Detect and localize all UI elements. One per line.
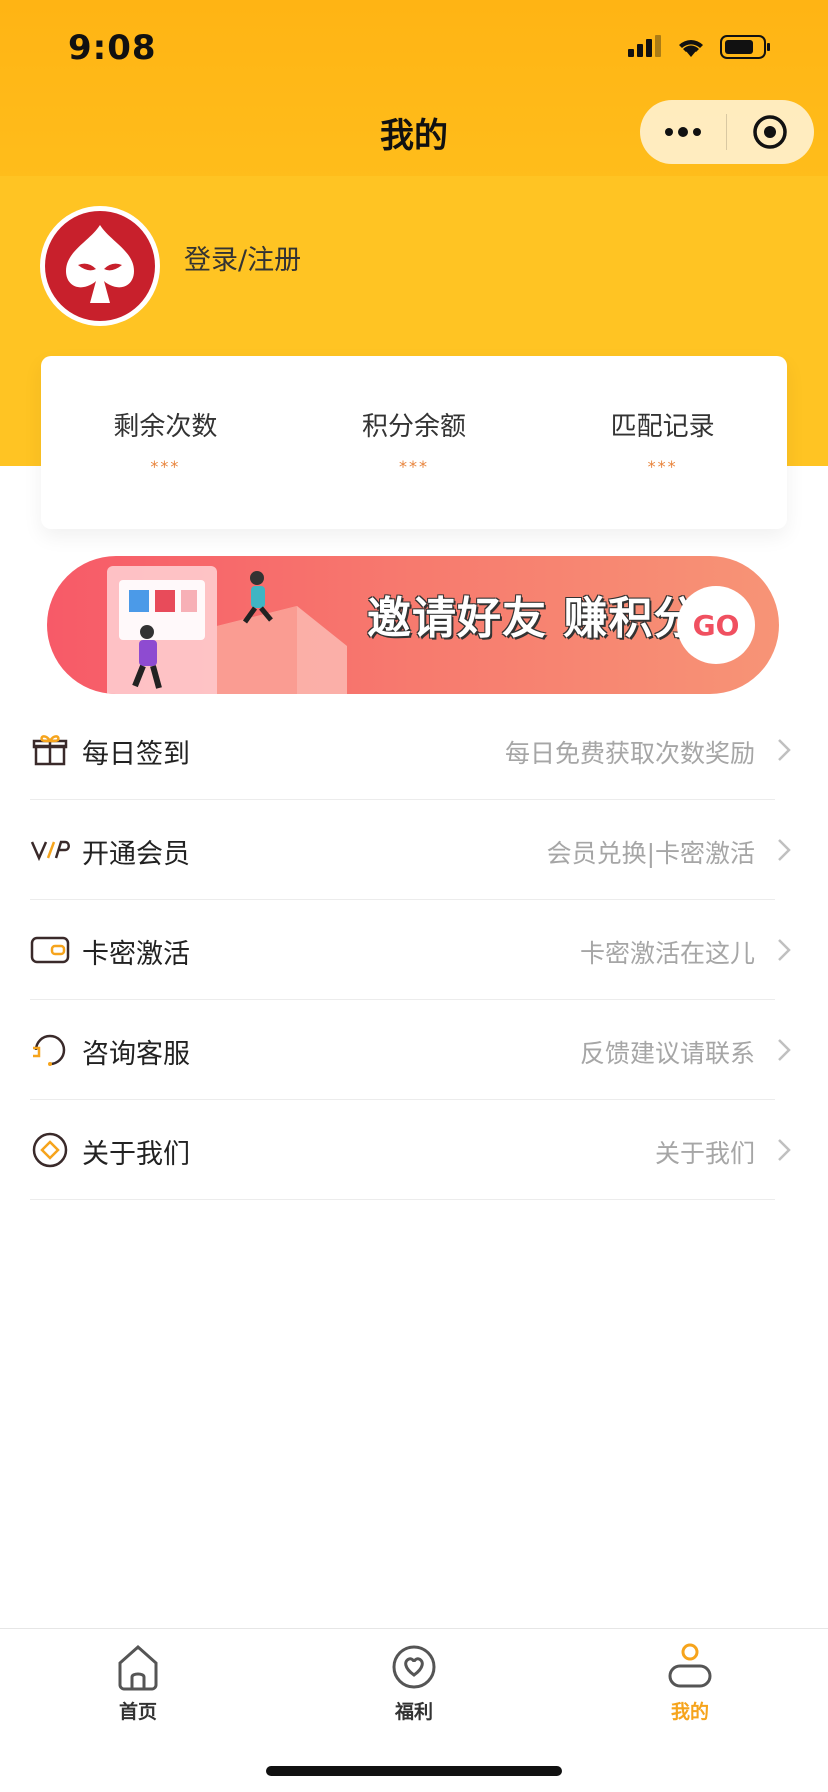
menu-description: 每日免费获取次数奖励 — [504, 739, 755, 768]
signal-icon — [628, 35, 661, 57]
gift-icon — [30, 730, 70, 770]
stat-value: *** — [399, 457, 429, 476]
menu-label: 开通会员 — [82, 839, 190, 870]
menu-description: 会员兑换|卡密激活 — [546, 839, 755, 868]
menu-label: 卡密激活 — [82, 939, 190, 970]
menu-description: 反馈建议请联系 — [579, 1039, 755, 1068]
menu-item-about-us[interactable]: 关于我们 关于我们 — [30, 1100, 791, 1200]
avatar[interactable] — [40, 206, 160, 326]
stat-points-balance[interactable]: 积分余额 *** — [290, 356, 539, 529]
menu-description: 卡密激活在这儿 — [579, 939, 755, 968]
banner-title: 邀请好友 赚积分 — [367, 593, 699, 644]
menu-list: 每日签到 每日免费获取次数奖励 开通会员 会员兑换|卡密激活 卡密激活 卡密激活… — [30, 700, 800, 1200]
tab-label: 福利 — [394, 1701, 433, 1723]
spade-mask-icon — [66, 225, 134, 303]
chevron-right-icon — [778, 739, 791, 761]
status-time: 9:08 — [68, 28, 157, 68]
stat-remaining-count[interactable]: 剩余次数 *** — [41, 356, 290, 529]
chevron-right-icon — [778, 1039, 791, 1061]
wifi-icon — [679, 40, 703, 57]
tab-welfare[interactable]: 福利 — [344, 1639, 484, 1724]
login-register-link[interactable]: 登录/注册 — [184, 238, 301, 277]
stat-value: *** — [647, 457, 678, 476]
chevron-right-icon — [778, 1139, 791, 1161]
menu-item-customer-service[interactable]: 咨询客服 反馈建议请联系 — [30, 1000, 791, 1100]
menu-description: 关于我们 — [654, 1139, 755, 1168]
avatar-image — [45, 211, 155, 321]
home-indicator — [266, 1766, 562, 1776]
menu-label: 每日签到 — [82, 739, 190, 770]
invite-friends-banner[interactable]: 邀请好友 赚积分 GO — [47, 556, 779, 694]
profile-icon — [662, 1639, 718, 1695]
menu-item-daily-checkin[interactable]: 每日签到 每日免费获取次数奖励 — [30, 700, 791, 800]
app-root: 9:08 我的 登录/注册 剩余次数 *** 积分余额 *** 匹配记录 ***… — [0, 0, 828, 1792]
menu-item-vip-membership[interactable]: 开通会员 会员兑换|卡密激活 — [30, 800, 791, 900]
status-icons — [628, 34, 772, 60]
more-button[interactable] — [640, 100, 726, 164]
chevron-right-icon — [778, 839, 791, 861]
tab-label: 首页 — [118, 1701, 157, 1723]
banner-illustration — [107, 566, 347, 694]
mini-program-capsule — [640, 100, 814, 164]
info-diamond-icon — [30, 1130, 70, 1170]
stat-label: 剩余次数 — [113, 412, 218, 442]
vip-icon — [30, 830, 70, 870]
banner-go-button[interactable]: GO — [677, 586, 755, 664]
tab-mine[interactable]: 我的 — [620, 1639, 760, 1724]
target-icon — [753, 115, 787, 149]
close-miniprogram-button[interactable] — [727, 100, 813, 164]
headset-icon — [30, 1030, 70, 1070]
stat-label: 匹配记录 — [610, 412, 715, 442]
stat-label: 积分余额 — [362, 412, 467, 442]
battery-icon — [720, 35, 770, 59]
heart-icon — [386, 1639, 442, 1695]
status-bar: 9:08 — [0, 0, 828, 100]
tab-label: 我的 — [670, 1701, 709, 1723]
wallet-icon — [30, 930, 70, 970]
stat-match-records[interactable]: 匹配记录 *** — [538, 356, 787, 529]
stats-card: 剩余次数 *** 积分余额 *** 匹配记录 *** — [41, 356, 787, 529]
stat-value: *** — [150, 457, 181, 476]
chevron-right-icon — [778, 939, 791, 961]
tab-home[interactable]: 首页 — [68, 1639, 208, 1724]
menu-item-card-activation[interactable]: 卡密激活 卡密激活在这儿 — [30, 900, 791, 1000]
more-dots-icon — [665, 127, 701, 137]
home-icon — [110, 1639, 166, 1695]
menu-label: 关于我们 — [82, 1139, 190, 1170]
menu-label: 咨询客服 — [82, 1039, 190, 1070]
